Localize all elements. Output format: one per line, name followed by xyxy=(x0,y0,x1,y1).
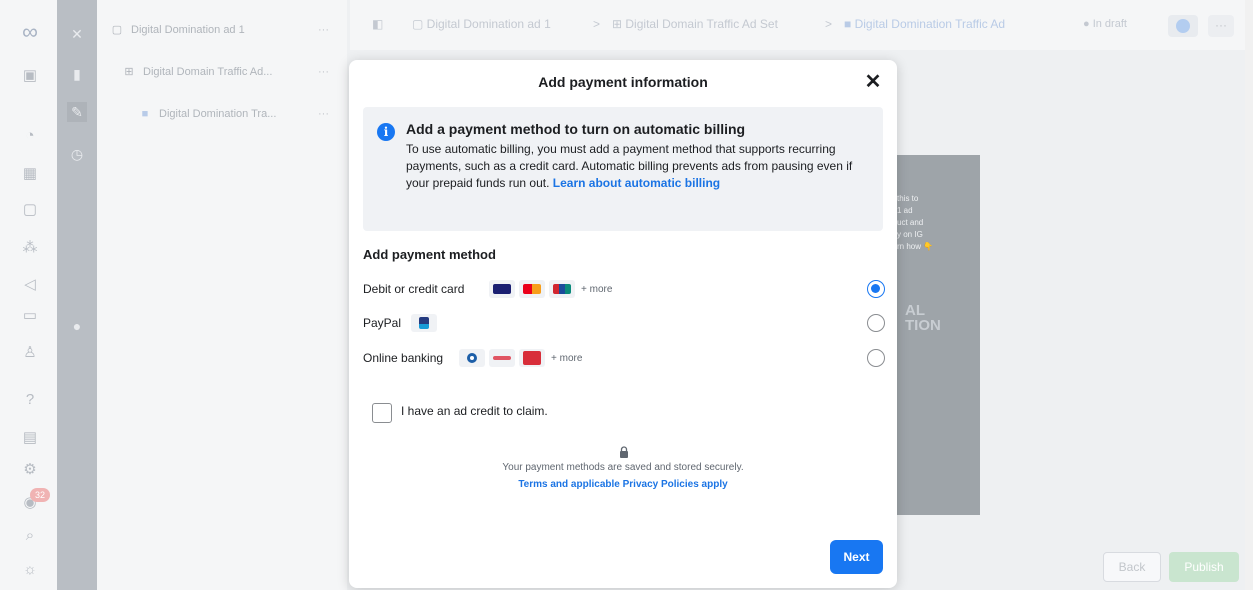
close-icon[interactable]: ✕ xyxy=(862,71,884,93)
pages-icon[interactable]: ▤ xyxy=(22,430,38,446)
preview-headline: AL TION xyxy=(905,303,941,333)
breadcrumb-ad-label: Digital Domination Traffic Ad xyxy=(854,17,1006,31)
mastercard-icon xyxy=(519,280,545,298)
history-icon[interactable]: ◷ xyxy=(67,144,87,164)
preview-caption-line: this to xyxy=(897,194,919,203)
catalog-icon[interactable]: ▢ xyxy=(22,202,38,218)
back-button[interactable]: Back xyxy=(1103,552,1161,582)
payment-method-label: Online banking xyxy=(363,351,444,365)
chart-icon[interactable]: ▮ xyxy=(67,64,87,84)
publish-button[interactable]: Publish xyxy=(1169,552,1239,582)
preview-caption-line: rn how 👇 xyxy=(897,242,934,251)
more-methods-text: + more xyxy=(551,352,583,364)
more-options-icon[interactable]: ··· xyxy=(318,58,329,86)
meta-logo-icon[interactable]: ∞ xyxy=(14,21,46,43)
breadcrumb-campaign-label: Digital Domination ad 1 xyxy=(426,17,551,31)
paypal-radio[interactable] xyxy=(867,314,885,332)
ad-credit-checkbox[interactable] xyxy=(372,403,392,423)
edit-icon[interactable]: ✎ xyxy=(67,102,87,122)
preview-headline-line: TION xyxy=(905,317,941,334)
more-options-button[interactable]: ··· xyxy=(1208,15,1234,37)
preview-caption: this to 1 ad uct and y on IG rn how 👇 xyxy=(897,193,933,253)
payment-method-label: PayPal xyxy=(363,316,402,330)
settings-icon[interactable]: ⚙ xyxy=(22,462,38,478)
megaphone-icon[interactable]: ◁ xyxy=(22,277,38,293)
breadcrumb-separator: > xyxy=(825,17,833,31)
payment-method-card[interactable]: Debit or credit card + more xyxy=(363,278,888,302)
status-badge: ● In draft xyxy=(1083,18,1127,30)
people-icon[interactable]: ♙ xyxy=(22,345,38,361)
help-icon[interactable]: ? xyxy=(22,392,38,408)
bank-red-icon xyxy=(519,349,545,367)
more-methods-text: + more xyxy=(581,283,613,295)
learn-more-link[interactable]: Learn about automatic billing xyxy=(553,176,720,190)
more-options-icon[interactable]: ··· xyxy=(318,100,329,128)
ad-icon: ■ xyxy=(141,108,149,120)
campaign-tree-panel: ▢ Digital Domination ad 1 ··· ⊞ Digital Do… xyxy=(97,0,347,590)
tree-item-label: Digital Domination Tra... xyxy=(159,108,277,120)
tree-item-label: Digital Domination ad 1 xyxy=(131,24,245,36)
preview-toggle-button[interactable] xyxy=(1168,15,1198,37)
lock-icon xyxy=(620,446,628,458)
section-title: Add payment method xyxy=(363,247,496,262)
more-options-icon[interactable]: ··· xyxy=(318,16,329,44)
online-banking-radio[interactable] xyxy=(867,349,885,367)
secure-storage-text: Your payment methods are saved and store… xyxy=(502,462,744,473)
info-icon: i xyxy=(377,123,395,141)
adset-grid-icon: ⊞ xyxy=(124,66,134,78)
unionpay-icon xyxy=(549,280,575,298)
add-payment-dialog: Add payment information ✕ i Add a paymen… xyxy=(349,60,897,588)
bank-logos: + more xyxy=(459,348,582,368)
paypal-icon xyxy=(411,314,437,332)
dialog-title: Add payment information xyxy=(538,74,708,90)
info-banner-title: Add a payment method to turn on automati… xyxy=(406,121,746,137)
bank-arrow-icon xyxy=(489,349,515,367)
card-logos: + more xyxy=(489,279,612,299)
notification-count-badge: 32 xyxy=(30,488,50,502)
panel-toggle-icon[interactable]: ◧ xyxy=(372,17,383,31)
status-label: In draft xyxy=(1092,18,1127,30)
payment-method-online-banking[interactable]: Online banking + more xyxy=(363,347,888,371)
folder-icon: ▢ xyxy=(111,24,123,36)
editor-top-bar: ◧ ▢ Digital Domination ad 1 > ⊞ Digital … xyxy=(350,0,1245,50)
next-button[interactable]: Next xyxy=(830,540,883,574)
terms-link[interactable]: Terms and applicable Privacy Policies ap… xyxy=(349,479,897,490)
tree-item-campaign[interactable]: ▢ Digital Domination ad 1 ··· xyxy=(97,16,347,44)
ad-preview-image: this to 1 ad uct and y on IG rn how 👇 AL… xyxy=(895,155,980,515)
breadcrumb-separator: > xyxy=(593,17,601,31)
editor-tool-column: ✕ ▮ ✎ ◷ ● xyxy=(57,0,97,590)
ad-credit-label: I have an ad credit to claim. xyxy=(401,404,548,418)
close-icon[interactable]: ✕ xyxy=(67,24,87,44)
audiences-icon[interactable]: ⁂ xyxy=(22,240,38,256)
preview-caption-line: uct and xyxy=(897,218,924,227)
breadcrumb-campaign[interactable]: ▢ Digital Domination ad 1 xyxy=(412,17,551,31)
bank-circle-icon xyxy=(459,349,485,367)
info-banner-body: To use automatic billing, you must add a… xyxy=(406,141,876,192)
breadcrumb-adset-label: Digital Domain Traffic Ad Set xyxy=(625,17,778,31)
tree-item-ad[interactable]: ■ Digital Domination Tra... ··· xyxy=(97,100,347,128)
payment-method-label: Debit or credit card xyxy=(363,282,465,296)
campaigns-table-icon[interactable]: ▦ xyxy=(22,166,38,182)
paypal-logos xyxy=(411,313,441,333)
preview-headline-line: AL xyxy=(905,302,925,319)
preview-caption-line: y on IG xyxy=(897,230,923,239)
account-avatar-icon[interactable]: ▣ xyxy=(22,68,38,84)
dot-icon[interactable]: ● xyxy=(67,316,87,336)
payment-method-paypal[interactable]: PayPal xyxy=(363,312,888,336)
card-radio[interactable] xyxy=(867,280,885,298)
visa-icon xyxy=(489,280,515,298)
info-banner: i Add a payment method to turn on automa… xyxy=(363,107,883,231)
global-nav-rail: ∞ ▣ ◔ ▦ ▢ ⁂ ◁ ▭ ♙ ? ▤ ⚙ ◉ 32 ⌕ ☼ xyxy=(0,0,57,590)
search-icon[interactable]: ⌕ xyxy=(22,528,38,544)
breadcrumb-adset[interactable]: ⊞ Digital Domain Traffic Ad Set xyxy=(612,17,778,31)
tree-item-adset[interactable]: ⊞ Digital Domain Traffic Ad... ··· xyxy=(97,58,347,86)
breadcrumb-ad[interactable]: ■ Digital Domination Traffic Ad xyxy=(844,17,1005,31)
tree-item-label: Digital Domain Traffic Ad... xyxy=(143,66,273,78)
billing-icon[interactable]: ▭ xyxy=(22,308,38,324)
page-scrollbar[interactable] xyxy=(1245,0,1253,590)
preview-caption-line: 1 ad xyxy=(897,206,913,215)
bug-icon[interactable]: ☼ xyxy=(22,562,38,578)
dashboard-icon[interactable]: ◔ xyxy=(22,128,38,144)
